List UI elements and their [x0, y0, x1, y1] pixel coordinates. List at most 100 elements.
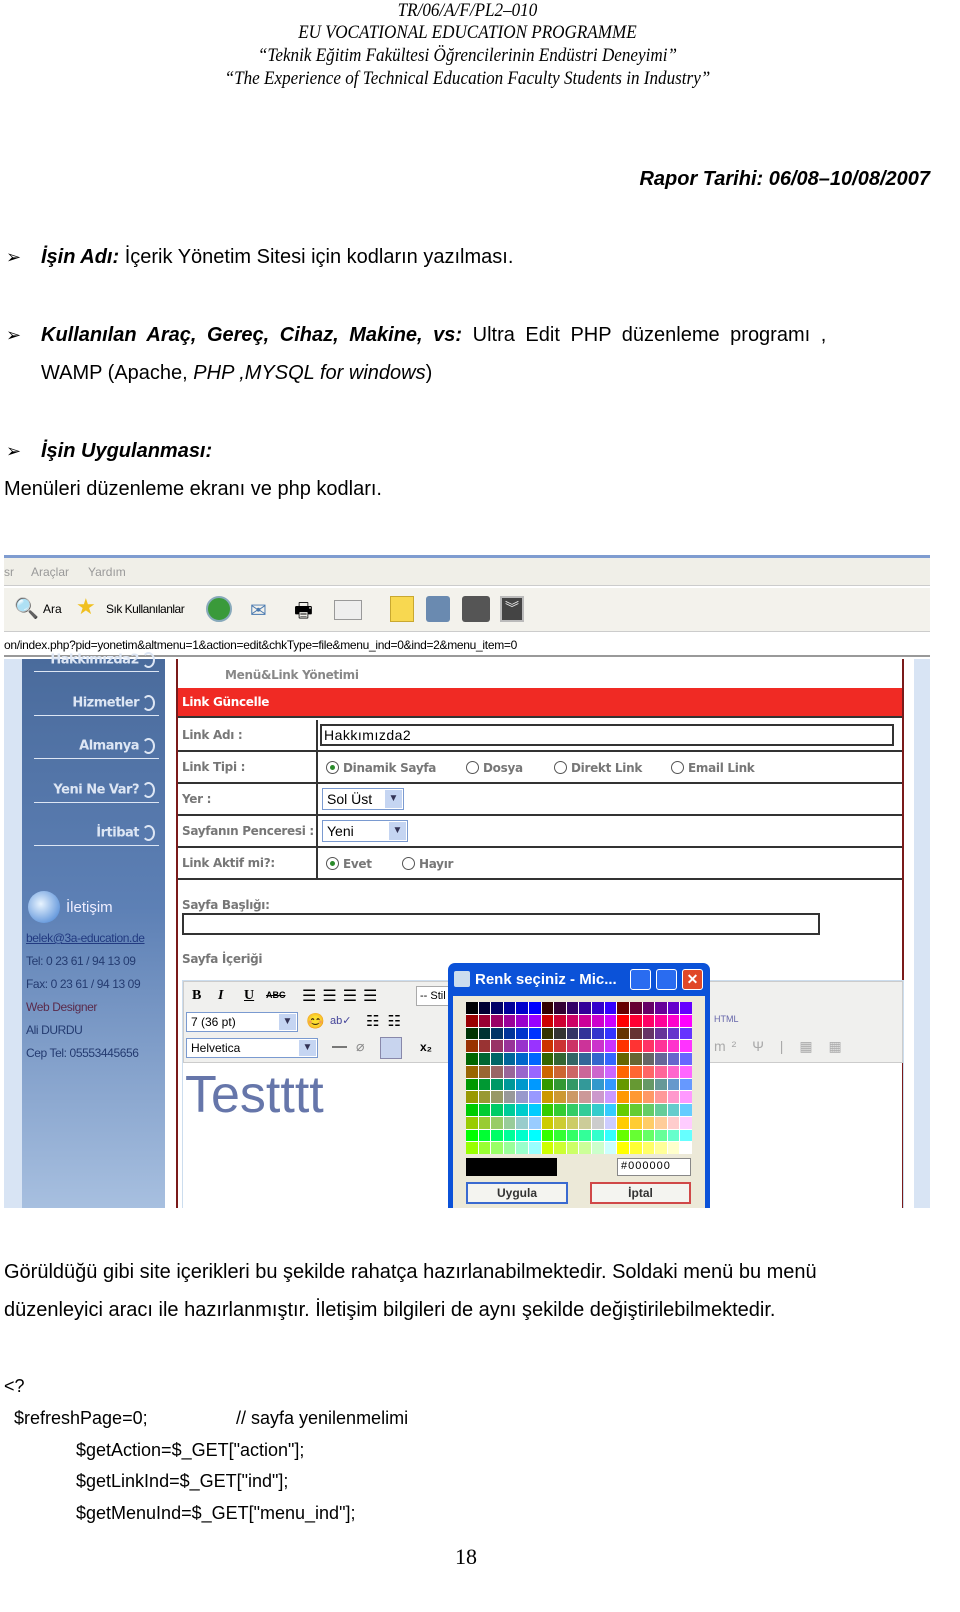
color-swatch[interactable] — [617, 1104, 629, 1116]
color-swatch[interactable] — [592, 1027, 604, 1040]
menu-item[interactable]: sr — [4, 565, 14, 579]
color-swatch[interactable] — [529, 1065, 541, 1078]
emoticon-icon[interactable]: 😊 — [306, 1012, 325, 1030]
color-swatch[interactable] — [629, 1002, 642, 1014]
color-swatch[interactable] — [667, 1002, 680, 1014]
color-swatch[interactable] — [655, 1142, 667, 1154]
table-icon[interactable] — [380, 1037, 402, 1059]
color-swatch[interactable] — [541, 1053, 554, 1065]
color-swatch[interactable] — [617, 1078, 629, 1091]
apply-button[interactable]: Uygula — [466, 1182, 568, 1204]
color-swatch[interactable] — [503, 1002, 516, 1014]
color-swatch[interactable] — [592, 1040, 604, 1052]
color-swatch[interactable] — [541, 1142, 554, 1154]
color-swatch[interactable] — [466, 1142, 478, 1154]
color-swatch[interactable] — [629, 1091, 642, 1103]
color-swatch[interactable] — [642, 1065, 655, 1078]
color-swatch[interactable] — [604, 1091, 617, 1103]
color-swatch[interactable] — [655, 1116, 667, 1129]
color-swatch[interactable] — [516, 1129, 529, 1142]
search-button[interactable]: Ara — [43, 602, 62, 616]
color-swatch[interactable] — [592, 1091, 604, 1103]
color-swatch[interactable] — [592, 1053, 604, 1065]
color-swatch[interactable] — [667, 1142, 680, 1154]
color-swatch[interactable] — [491, 1014, 503, 1027]
color-swatch[interactable] — [466, 1065, 478, 1078]
color-swatch[interactable] — [617, 1040, 629, 1052]
hex-input[interactable]: #000000 — [617, 1158, 691, 1176]
color-swatch[interactable] — [642, 1053, 655, 1065]
color-swatch[interactable] — [667, 1078, 680, 1091]
color-swatch[interactable] — [516, 1053, 529, 1065]
color-swatch[interactable] — [491, 1091, 503, 1103]
color-swatch[interactable] — [604, 1027, 617, 1040]
color-swatch[interactable] — [642, 1078, 655, 1091]
color-swatch[interactable] — [566, 1002, 579, 1014]
color-swatch[interactable] — [617, 1091, 629, 1103]
color-swatch[interactable] — [491, 1040, 503, 1052]
messenger-icon[interactable] — [462, 596, 490, 622]
spellcheck-icon[interactable]: ab✓ — [330, 1014, 351, 1027]
color-swatch[interactable] — [491, 1002, 503, 1014]
color-swatch[interactable] — [516, 1027, 529, 1040]
color-swatch[interactable] — [478, 1065, 491, 1078]
email-link[interactable]: belek@3a-education.de — [26, 931, 145, 945]
radio-direct-link[interactable]: Direkt Link — [554, 761, 642, 775]
color-swatch[interactable] — [629, 1078, 642, 1091]
color-swatch[interactable] — [541, 1091, 554, 1103]
color-swatch[interactable] — [478, 1091, 491, 1103]
color-swatch[interactable] — [642, 1116, 655, 1129]
research-icon[interactable] — [426, 596, 450, 622]
sidebar-item-germany[interactable]: Almanya — [79, 738, 155, 754]
color-swatch[interactable] — [617, 1014, 629, 1027]
close-icon[interactable]: ✕ — [682, 969, 703, 990]
radio-file[interactable]: Dosya — [466, 761, 523, 775]
note-icon[interactable] — [390, 596, 414, 622]
color-swatch[interactable] — [667, 1116, 680, 1129]
color-swatch[interactable] — [566, 1040, 579, 1052]
color-swatch[interactable] — [478, 1027, 491, 1040]
color-swatch[interactable] — [667, 1053, 680, 1065]
color-swatch[interactable] — [466, 1078, 478, 1091]
maximize-button[interactable] — [656, 969, 677, 990]
list-buttons[interactable]: ☷☷ — [366, 1012, 409, 1030]
sidebar-item-contact[interactable]: İrtibat — [96, 825, 155, 841]
color-swatch[interactable] — [541, 1002, 554, 1014]
color-swatch[interactable] — [592, 1014, 604, 1027]
color-swatch[interactable] — [516, 1014, 529, 1027]
color-swatch[interactable] — [680, 1129, 692, 1142]
color-swatch[interactable] — [579, 1053, 592, 1065]
sidebar-item-services[interactable]: Hizmetler — [72, 695, 155, 711]
color-swatch[interactable] — [566, 1053, 579, 1065]
color-swatch[interactable] — [554, 1027, 566, 1040]
color-swatch[interactable] — [642, 1002, 655, 1014]
color-swatch[interactable] — [554, 1142, 566, 1154]
color-swatch[interactable] — [566, 1065, 579, 1078]
color-swatch[interactable] — [655, 1065, 667, 1078]
color-swatch[interactable] — [579, 1027, 592, 1040]
print-icon[interactable]: 🖶 — [294, 596, 313, 630]
color-swatch[interactable] — [503, 1040, 516, 1052]
color-swatch[interactable] — [466, 1104, 478, 1116]
radio-email-link[interactable]: Email Link — [671, 761, 755, 775]
color-swatch[interactable] — [655, 1104, 667, 1116]
color-swatch[interactable] — [541, 1014, 554, 1027]
page-title-input[interactable] — [182, 913, 820, 935]
color-swatch[interactable] — [604, 1065, 617, 1078]
strikethrough-button[interactable]: ABC — [266, 990, 286, 1000]
underline-button[interactable]: U — [244, 988, 254, 1004]
color-swatch[interactable] — [579, 1078, 592, 1091]
color-swatch[interactable] — [655, 1129, 667, 1142]
color-swatch[interactable] — [491, 1104, 503, 1116]
color-swatch[interactable] — [516, 1091, 529, 1103]
color-swatch[interactable] — [579, 1014, 592, 1027]
color-swatch[interactable] — [529, 1129, 541, 1142]
color-swatch[interactable] — [529, 1014, 541, 1027]
color-swatch[interactable] — [680, 1104, 692, 1116]
color-swatch[interactable] — [554, 1078, 566, 1091]
color-swatch[interactable] — [592, 1104, 604, 1116]
search-icon[interactable]: 🔍 — [14, 596, 39, 621]
color-swatch[interactable] — [529, 1053, 541, 1065]
color-swatch[interactable] — [642, 1040, 655, 1052]
color-swatch[interactable] — [667, 1027, 680, 1040]
